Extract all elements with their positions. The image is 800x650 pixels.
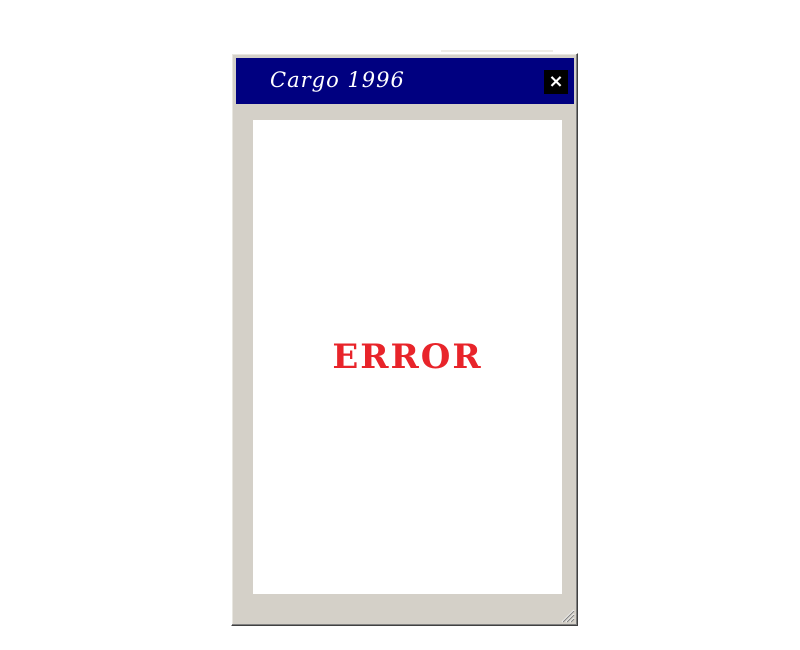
error-message: ERROR [332,337,483,377]
window-title: Cargo 1996 [270,68,405,92]
window-titlebar[interactable]: Cargo 1996 × [236,58,574,104]
close-icon: × [548,71,564,92]
window-content: ERROR [253,120,562,594]
error-window: Cargo 1996 × ERROR [231,53,578,626]
resize-grip-icon[interactable] [561,609,575,623]
titlebar-ghost-line [441,50,553,52]
close-button[interactable]: × [544,70,568,94]
